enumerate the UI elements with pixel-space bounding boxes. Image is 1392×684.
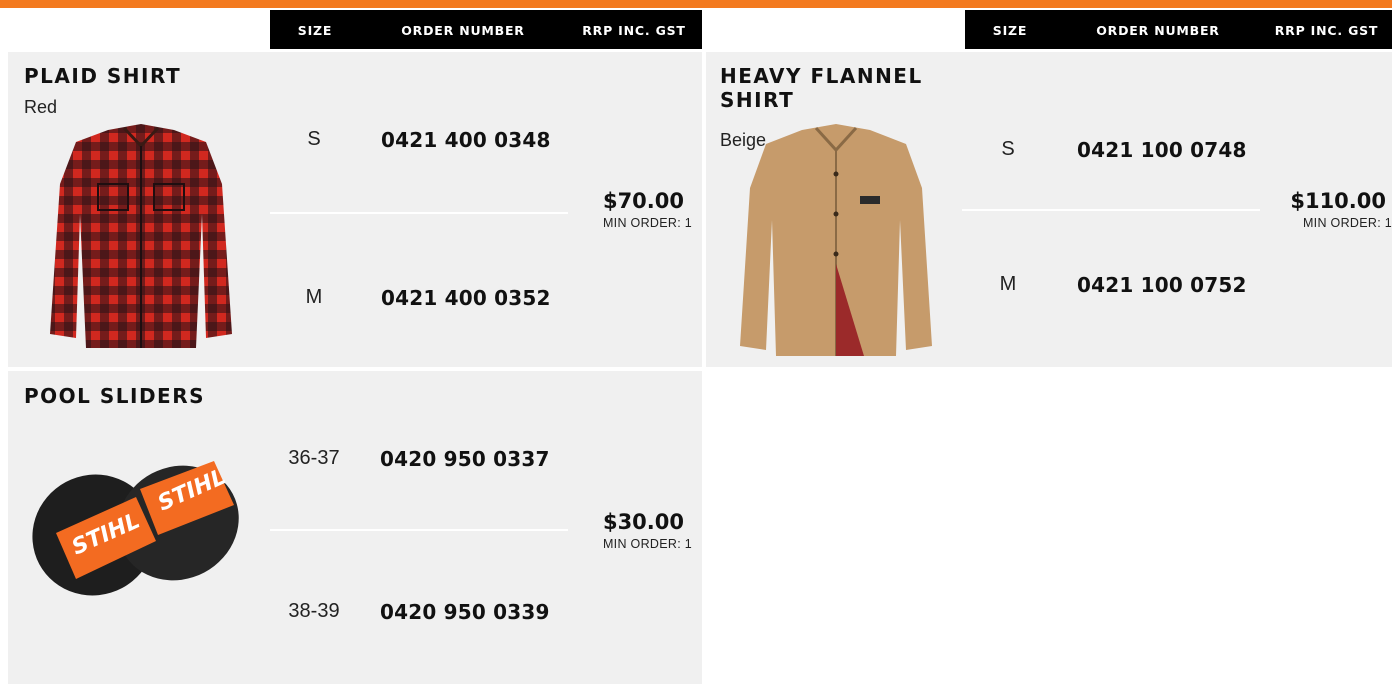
order-number: 0421 400 0352 (381, 286, 551, 310)
red-plaid-shirt-image (50, 124, 232, 348)
beige-flannel-shirt-image (740, 124, 932, 356)
size-cell: 36-37 (288, 447, 340, 469)
order-number: 0421 400 0348 (381, 128, 551, 152)
product-title: PLAID SHIRT (24, 64, 182, 88)
header-size: SIZE (992, 23, 1028, 38)
min-order: MIN ORDER: 1 (602, 216, 692, 230)
header-rrp: RRP INC. GST (1274, 23, 1379, 38)
product-card-plaid-shirt: PLAID SHIRT Red S 0421 400 0348 M 0421 4… (8, 52, 702, 367)
stihl-pool-sliders-image: STIHL STIHL (32, 461, 239, 596)
size-cell: S (307, 128, 321, 150)
size-cell: 38-39 (288, 600, 340, 622)
size-cell: S (1001, 138, 1015, 160)
size-cell: M (305, 286, 323, 308)
order-number: 0420 950 0337 (380, 447, 550, 471)
size-cell: M (999, 273, 1017, 295)
product-color: Red (24, 97, 58, 117)
price: $70.00 (602, 189, 684, 213)
header-size: SIZE (297, 23, 333, 38)
min-order: MIN ORDER: 1 (1302, 216, 1392, 230)
table-header-left: SIZE ORDER NUMBER RRP INC. GST (270, 10, 702, 49)
row-divider (962, 209, 1260, 211)
header-order-number: ORDER NUMBER (401, 23, 525, 38)
table-header-right: SIZE ORDER NUMBER RRP INC. GST (965, 10, 1392, 49)
header-rrp: RRP INC. GST (582, 23, 686, 38)
header-order-number: ORDER NUMBER (1096, 23, 1220, 38)
row-divider (270, 212, 568, 214)
top-accent-bar (0, 0, 1392, 8)
product-card-pool-sliders: POOL SLIDERS STIHL STIHL 36-37 0420 950 … (8, 371, 702, 684)
order-number: 0420 950 0339 (380, 600, 550, 624)
order-number: 0421 100 0748 (1077, 138, 1247, 162)
product-title: HEAVY FLANNEL SHIRT (720, 64, 923, 112)
product-card-heavy-flannel-shirt: HEAVY FLANNEL SHIRT Beige S 0421 100 074… (706, 52, 1392, 367)
price: $110.00 (1290, 189, 1386, 213)
row-divider (270, 529, 568, 531)
price: $30.00 (602, 510, 684, 534)
min-order: MIN ORDER: 1 (602, 537, 692, 551)
order-number: 0421 100 0752 (1077, 273, 1247, 297)
product-title: POOL SLIDERS (24, 384, 206, 408)
